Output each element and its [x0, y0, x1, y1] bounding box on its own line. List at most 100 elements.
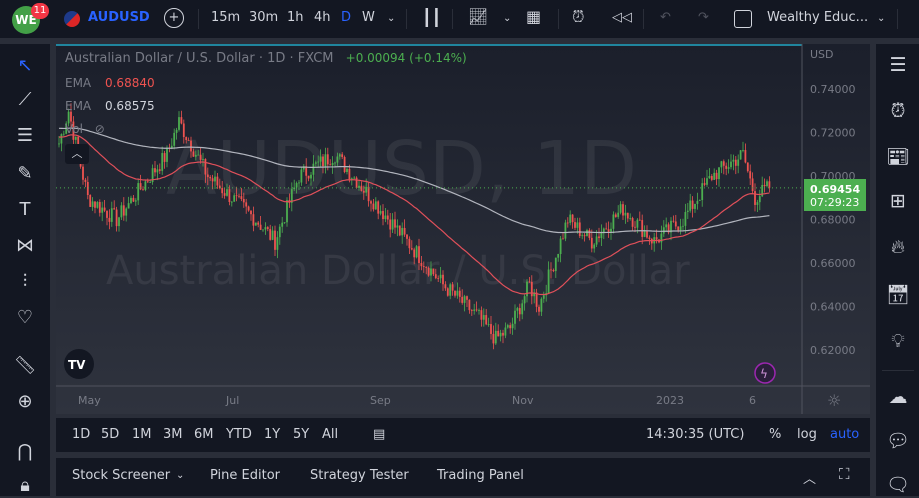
chats-icon[interactable]: 💬︎ [885, 428, 911, 454]
lock-icon[interactable]: 🔒︎ [13, 474, 37, 498]
news-icon[interactable]: 📰︎ [885, 144, 911, 170]
redo-icon[interactable]: ↷ [698, 10, 709, 25]
range-3m[interactable]: 3M [163, 427, 183, 442]
candle [108, 209, 111, 230]
magnet-icon[interactable]: ⋂ [13, 440, 37, 464]
cursor-icon[interactable]: ↖ [13, 54, 37, 78]
range-5y[interactable]: 5Y [293, 427, 309, 442]
alert-icon[interactable]: ⏰︎ [572, 7, 584, 27]
ideas-bulb-icon[interactable]: 💡︎ [885, 328, 911, 354]
tab-pine-editor[interactable]: Pine Editor [210, 468, 280, 483]
date-range-icon[interactable]: ▤ [373, 427, 385, 442]
maximize-icon[interactable]: ⛶ [839, 465, 850, 483]
candle [670, 217, 672, 241]
settings-gear-icon[interactable]: ☼ [827, 391, 841, 410]
indicators-icon[interactable]: 📈︎ [468, 7, 488, 26]
range-1d[interactable]: 1D [72, 427, 90, 442]
ruler-icon[interactable]: 📏︎ [13, 354, 37, 378]
candles-icon[interactable]: ┃┃ [422, 8, 441, 27]
pattern-icon[interactable]: ⋈ [13, 234, 37, 258]
range-ytd[interactable]: YTD [226, 427, 252, 442]
time-label: 6 [749, 394, 756, 407]
add-list-icon[interactable]: ⊞ [885, 188, 911, 214]
calendar-icon[interactable]: 📅︎ [885, 282, 911, 308]
interval-w[interactable]: W [362, 10, 375, 25]
layout-square-icon[interactable] [734, 10, 752, 28]
chevron-down-icon[interactable]: ⌄ [877, 13, 885, 24]
measure-icon[interactable]: ⫶ [13, 270, 37, 294]
candle [115, 206, 118, 232]
chevron-down-icon[interactable]: ⌄ [387, 13, 395, 24]
undo-icon[interactable]: ↶ [660, 10, 671, 25]
candle [468, 299, 471, 314]
messages-icon[interactable]: 🗨︎ [885, 472, 911, 498]
clock[interactable]: 14:30:35 (UTC) [646, 427, 744, 442]
candle [672, 215, 675, 223]
zoom-in-icon[interactable]: ⊕ [13, 390, 37, 414]
candle [730, 154, 732, 170]
candle [742, 141, 744, 153]
range-1y[interactable]: 1Y [264, 427, 280, 442]
interval-d[interactable]: D [341, 10, 351, 25]
candle [660, 225, 663, 250]
ema1-legend[interactable]: EMA 0.68840 [65, 76, 155, 90]
range-1m[interactable]: 1M [132, 427, 152, 442]
currency-select[interactable]: USD [810, 48, 834, 61]
heart-icon[interactable]: ♡ [13, 306, 37, 330]
chart-pane[interactable]: AUDUSD, 1D Australian Dollar / U.S. Doll… [56, 44, 870, 414]
watchlist-icon[interactable]: ☰ [885, 52, 911, 78]
ema2-legend[interactable]: EMA 0.68575 [65, 99, 155, 113]
candle [101, 201, 104, 222]
hidden-eye-icon: ⊘ [94, 122, 105, 136]
chevron-up-icon[interactable]: ︿ [803, 468, 816, 487]
candle [766, 179, 768, 188]
interval-4h[interactable]: 4h [314, 10, 331, 25]
vol-legend[interactable]: Vol ⊘ [65, 122, 105, 136]
range-6m[interactable]: 6M [194, 427, 214, 442]
candle [768, 176, 771, 193]
range-all[interactable]: All [322, 427, 338, 442]
candle [134, 198, 137, 206]
candle [398, 225, 401, 237]
tab-strategy-tester[interactable]: Strategy Tester [310, 468, 409, 483]
symbol-search[interactable]: AUDUSD [88, 10, 150, 25]
collapse-legend-button[interactable]: ︿ [65, 144, 89, 164]
tab-stock-screener[interactable]: Stock Screener [72, 468, 170, 483]
interval-30m[interactable]: 30m [249, 10, 278, 25]
candle [122, 197, 125, 221]
candle [118, 216, 120, 232]
brush-icon[interactable]: ✎ [13, 162, 37, 186]
add-symbol-icon[interactable]: + [164, 8, 184, 28]
chat-cloud-icon[interactable]: ☁ [885, 384, 911, 410]
percent-toggle[interactable]: % [769, 427, 781, 442]
time-label: May [78, 394, 101, 407]
chevron-down-icon[interactable]: ⌄ [503, 13, 511, 24]
replay-icon[interactable]: ◁◁ [612, 10, 632, 25]
time-label: Sep [370, 394, 391, 407]
interval-15m[interactable]: 15m [211, 10, 240, 25]
candle [667, 222, 670, 235]
candle [259, 216, 262, 231]
auto-toggle[interactable]: auto [830, 427, 859, 442]
candle [470, 309, 473, 316]
fib-icon[interactable]: ☰ [13, 124, 37, 148]
candle [566, 217, 569, 228]
tab-trading-panel[interactable]: Trading Panel [437, 468, 524, 483]
hotlist-flame-icon[interactable]: 🔥︎ [885, 234, 911, 260]
trendline-icon[interactable]: ⟋ [13, 88, 37, 112]
candle [689, 193, 692, 213]
price-chart[interactable]: AUDUSD, 1D Australian Dollar / U.S. Doll… [56, 44, 870, 414]
range-5d[interactable]: 5D [101, 427, 119, 442]
candle [377, 200, 380, 220]
layout-name[interactable]: Wealthy Educ... [767, 10, 868, 25]
candle [482, 308, 485, 327]
chevron-down-icon[interactable]: ⌄ [176, 470, 184, 481]
alarm-icon[interactable]: ⏰︎ [885, 98, 911, 124]
candle [466, 295, 468, 307]
candle [720, 160, 723, 174]
interval-1h[interactable]: 1h [287, 10, 304, 25]
text-icon[interactable]: T [13, 198, 37, 222]
log-toggle[interactable]: log [797, 427, 817, 442]
layouts-icon[interactable]: ▦ [526, 7, 541, 26]
candle [449, 282, 452, 300]
